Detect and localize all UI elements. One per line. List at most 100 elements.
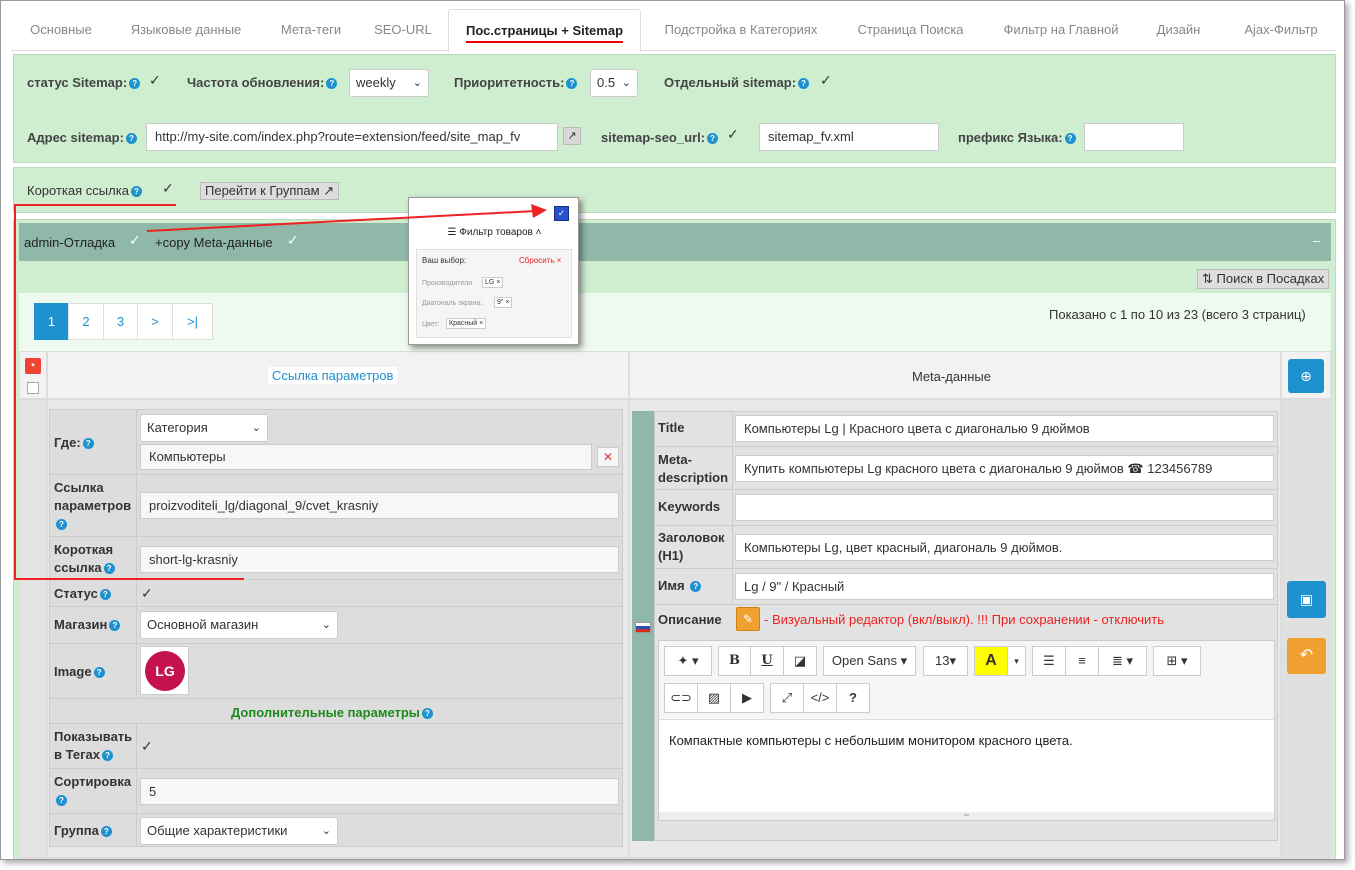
table-icon[interactable]: ⊞ ▾ [1153,646,1201,676]
save-button[interactable]: ▣ [1287,581,1326,618]
add-row-button[interactable]: ⊕ [1288,359,1324,393]
popup-reset[interactable]: Сбросить × [519,256,561,265]
floppy-icon: ▣ [1299,591,1314,607]
image-icon[interactable]: ▨ [697,683,731,713]
popup-manufacturers-tag[interactable]: LG × [482,277,504,288]
help-icon[interactable]: ? [707,133,719,145]
sitemap-status-checkbox[interactable]: ✓ [149,73,162,87]
font-family-dropdown[interactable]: Open Sans ▾ [823,646,916,676]
separate-sitemap-checkbox[interactable]: ✓ [820,73,833,87]
eraser-icon[interactable]: ◪ [783,646,817,676]
popup-choice-box: Ваш выбор: Сбросить × Производители LG ×… [416,249,572,338]
h1-input[interactable]: Компьютеры Lg, цвет красный, диагональ 9… [735,534,1274,561]
tab-home-filter[interactable]: Фильтр на Главной [991,9,1131,51]
help-icon[interactable]: ? [100,826,112,838]
help-icon[interactable]: ? [93,667,105,679]
status-checkbox[interactable]: ✓ [141,586,154,600]
select-all-checkbox[interactable] [27,382,39,394]
clear-icon[interactable]: ✕ [597,447,619,467]
trash-icon[interactable]: ▪ [25,358,41,374]
sort-input[interactable]: 5 [140,778,619,805]
title-input[interactable]: Компьютеры Lg | Красного цвета с диагона… [735,415,1274,442]
help-icon[interactable]: ? [56,795,67,807]
editor-content[interactable]: Компактные компьютеры с небольшим монито… [659,719,1274,812]
freq-select[interactable]: weekly ⌄ [349,69,429,97]
goto-groups-button[interactable]: Перейти к Группам ↗ [200,182,340,200]
fullscreen-icon[interactable]: ⤢ [770,683,804,713]
keywords-input[interactable] [735,494,1274,521]
short-link-checkbox[interactable]: ✓ [162,181,175,195]
font-size-dropdown[interactable]: 13▾ [923,646,968,676]
tab-landing-sitemap[interactable]: Пос.страницы + Sitemap [448,9,641,52]
lang-prefix-label: префикс Языка:? [958,130,1076,145]
popup-color-tag[interactable]: Красный × [446,318,487,329]
bold-icon[interactable]: B [718,646,751,676]
external-link-icon[interactable]: ↗ [563,127,581,145]
tab-seo-url[interactable]: SEO-URL [363,9,443,51]
help-icon[interactable]: ? [798,78,810,90]
undo-button[interactable]: ↶ [1287,638,1326,674]
align-icon[interactable]: ≣ ▾ [1098,646,1147,676]
tab-search-page[interactable]: Страница Поиска [843,9,978,51]
pagination-area [19,293,1331,351]
shop-select[interactable]: Основной магазин ⌄ [140,611,338,639]
tab-main[interactable]: Основные [11,9,111,51]
help-icon[interactable]: ? [1064,133,1076,145]
sitemap-address-input[interactable]: http://my-site.com/index.php?route=exten… [146,123,558,151]
group-select[interactable]: Общие характеристики ⌄ [140,817,338,845]
help-icon[interactable]: ? [109,620,121,632]
ordered-list-icon[interactable]: ≡ [1065,646,1099,676]
link-icon[interactable]: ⊂⊃ [664,683,698,713]
page-2[interactable]: 2 [68,303,104,340]
lang-prefix-input[interactable] [1084,123,1184,151]
help-icon[interactable]: ? [125,133,137,145]
search-landings-button[interactable]: ⇅ Поиск в Посадках [1197,269,1330,289]
where-select[interactable]: Категория ⌄ [140,414,268,442]
tab-language[interactable]: Языковые данные [116,9,256,51]
bullet-list-icon[interactable]: ☰ [1032,646,1066,676]
help-icon[interactable]: ? [103,563,115,575]
pencil-icon[interactable]: ✎ [736,607,760,631]
tab-ajax-filter[interactable]: Ajax-Фильтр [1226,9,1336,51]
help-icon[interactable]: ? [566,78,578,90]
popup-diagonal-tag[interactable]: 9" × [494,297,513,308]
tab-category-tuning[interactable]: Подстройка в Категориях [651,9,831,51]
help-icon[interactable]: ? [102,750,114,762]
meta-description-input[interactable]: Купить компьютеры Lg красного цвета с ди… [735,455,1274,482]
seo-url-checkbox[interactable]: ✓ [727,127,740,141]
text-color-icon[interactable]: A [974,646,1008,676]
help-icon[interactable]: ? [82,438,94,450]
priority-select[interactable]: 0.5 ⌄ [590,69,638,97]
magic-wand-icon[interactable]: ✦ ▾ [664,646,712,676]
page-1[interactable]: 1 [34,303,69,340]
short-url-input[interactable]: short-lg-krasniy [140,546,619,573]
where-input[interactable]: Компьютеры [140,444,592,470]
seo-url-input[interactable]: sitemap_fv.xml [759,123,939,151]
help-icon[interactable]: ? [326,78,338,90]
keywords-label: Keywords [658,499,721,514]
help-icon[interactable]: ? [99,589,111,601]
video-icon[interactable]: ▶ [730,683,764,713]
help-icon[interactable]: ? [129,78,141,90]
help-icon[interactable]: ? [130,186,142,198]
params-input[interactable]: proizvoditeli_lg/diagonal_9/cvet_krasniy [140,492,619,519]
tab-design[interactable]: Дизайн [1146,9,1211,51]
brand-image[interactable]: LG [140,646,189,695]
popup-pencil-icon[interactable]: ✓ [554,206,569,221]
color-dropdown-icon[interactable]: ▾ [1007,646,1026,676]
image-label: Image? [54,663,105,681]
collapse-icon[interactable]: – [1313,233,1320,248]
show-tags-checkbox[interactable]: ✓ [141,739,154,753]
help-icon[interactable]: ? [56,519,67,531]
editor-resize-handle[interactable]: ═ [659,812,1274,820]
code-icon[interactable]: </> [803,683,837,713]
page-next[interactable]: > [137,303,173,340]
underline-icon[interactable]: U [750,646,784,676]
page-last[interactable]: >| [172,303,213,340]
page-3[interactable]: 3 [103,303,138,340]
help-icon[interactable]: ? [690,581,702,593]
help-icon[interactable]: ? [421,708,433,720]
tab-meta-tags[interactable]: Мета-теги [266,9,356,51]
help-question-icon[interactable]: ? [836,683,870,713]
name-input[interactable]: Lg / 9" / Красный [735,573,1274,600]
